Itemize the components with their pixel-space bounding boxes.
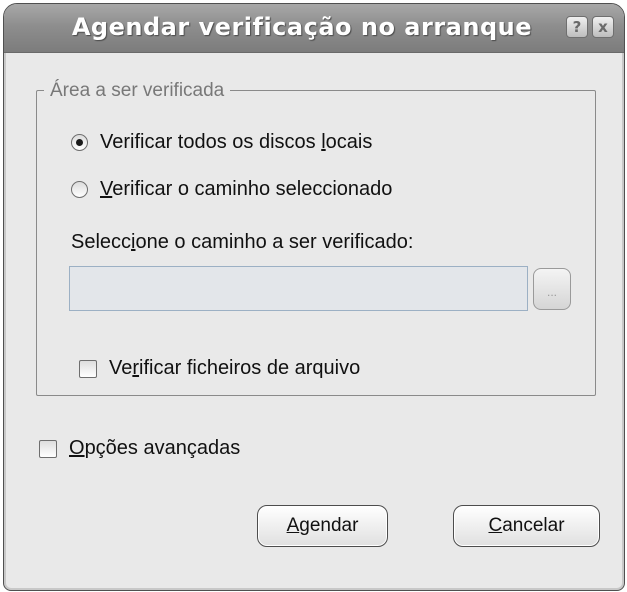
check-archive-files-label: Verificar ficheiros de arquivo <box>109 357 361 379</box>
radio-all-local-disks[interactable]: Verificar todos os discos locais <box>71 131 372 154</box>
close-button[interactable]: x <box>592 16 614 38</box>
cancel-button[interactable]: Cancelar <box>453 505 600 547</box>
checkbox[interactable] <box>39 439 57 458</box>
browse-button[interactable]: ... <box>533 268 571 310</box>
advanced-options[interactable]: Opções avançadas <box>39 437 240 460</box>
path-field-label: Seleccione o caminho a ser verificado: <box>71 231 414 253</box>
advanced-options-label: Opções avançadas <box>69 437 241 459</box>
dialog-title: Agendar verificação no arranque <box>71 13 532 41</box>
path-input[interactable] <box>69 266 528 311</box>
close-icon: x <box>598 18 608 36</box>
radio-button-selected[interactable] <box>71 134 88 151</box>
help-icon: ? <box>572 18 582 36</box>
radio-dot <box>76 139 83 146</box>
radio-all-local-disks-label: Verificar todos os discos locais <box>100 131 373 153</box>
radio-button[interactable] <box>71 181 88 198</box>
title-bar[interactable]: Agendar verificação no arranque ? x <box>4 4 624 53</box>
radio-selected-path[interactable]: Verificar o caminho seleccionado <box>71 178 392 201</box>
check-archive-files[interactable]: Verificar ficheiros de arquivo <box>79 357 360 380</box>
checkbox[interactable] <box>79 359 97 378</box>
scan-area-legend: Área a ser verificada <box>44 80 231 102</box>
radio-selected-path-label: Verificar o caminho seleccionado <box>100 178 393 200</box>
help-button[interactable]: ? <box>566 16 588 38</box>
schedule-button[interactable]: Agendar <box>257 505 388 547</box>
